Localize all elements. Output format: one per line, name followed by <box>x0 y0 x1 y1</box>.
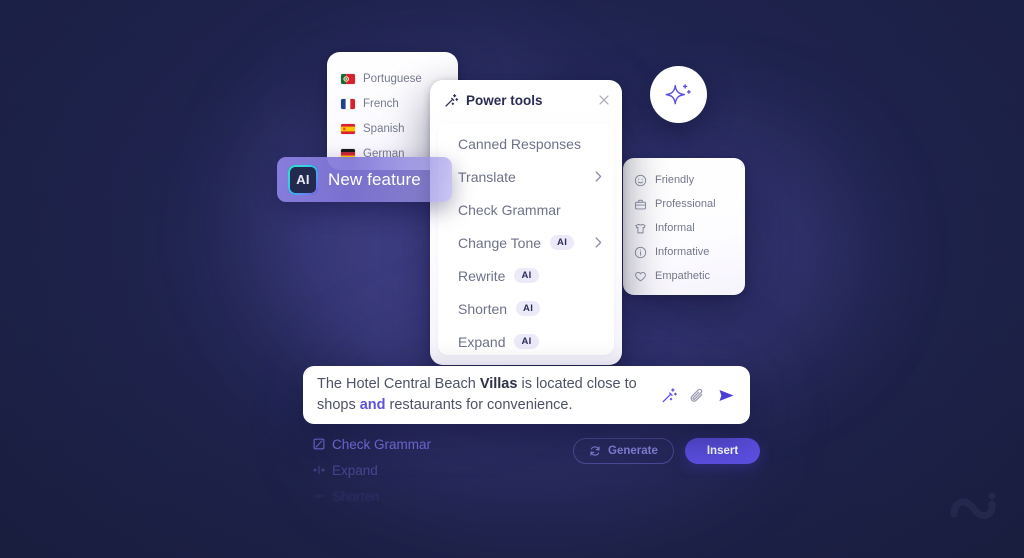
new-feature-badge: AI New feature <box>277 157 452 202</box>
language-label: French <box>363 97 399 110</box>
menu-item-translate[interactable]: Translate <box>438 160 614 193</box>
menu-item-rewrite[interactable]: Rewrite AI <box>438 259 614 292</box>
suggestion-label: Check Grammar <box>332 436 432 452</box>
tone-item-professional[interactable]: Professional <box>623 192 745 216</box>
shorten-icon <box>313 490 325 502</box>
power-tools-menu: Canned Responses Translate Check Grammar… <box>438 123 614 355</box>
brand-logo-icon <box>948 487 998 534</box>
composer-text[interactable]: The Hotel Central Beach Villas is locate… <box>317 374 661 416</box>
language-label: Spanish <box>363 122 405 135</box>
composer-text-part-3: restaurants for convenience. <box>385 397 573 413</box>
sparkle-icon <box>663 79 695 111</box>
expand-icon <box>313 464 325 476</box>
menu-item-check-grammar[interactable]: Check Grammar <box>438 193 614 226</box>
language-label: Portuguese <box>363 72 422 85</box>
paperclip-icon[interactable] <box>689 387 706 404</box>
menu-item-shorten[interactable]: Shorten AI <box>438 292 614 325</box>
suggestion-list: Check Grammar Expand Shorten <box>313 431 553 509</box>
tone-label: Empathetic <box>655 270 711 282</box>
tone-panel: Friendly Professional Informal Informati… <box>623 158 745 295</box>
insert-button[interactable]: Insert <box>684 438 761 464</box>
menu-item-label: Translate <box>458 168 516 185</box>
magic-wand-icon <box>444 93 459 108</box>
menu-item-label: Expand <box>458 333 506 350</box>
tone-item-empathetic[interactable]: Empathetic <box>623 264 745 288</box>
ai-badge: AI <box>514 333 539 350</box>
menu-item-label: Rewrite <box>458 267 506 284</box>
new-feature-label: New feature <box>328 169 421 189</box>
suggestion-label: Shorten <box>332 488 380 504</box>
ai-badge: AI <box>550 234 575 251</box>
tone-item-friendly[interactable]: Friendly <box>623 168 745 192</box>
close-icon[interactable] <box>598 94 610 106</box>
refresh-icon <box>589 445 601 457</box>
tone-label: Professional <box>655 198 716 210</box>
menu-item-label: Shorten <box>458 300 508 317</box>
ai-chip-icon: AI <box>288 164 318 195</box>
composer-actions <box>661 386 736 405</box>
flag-fr-icon <box>341 98 355 109</box>
action-button-group: Generate Insert <box>573 438 761 464</box>
power-tools-panel: Power tools Canned Responses Translate C… <box>430 80 622 365</box>
generate-label: Generate <box>608 445 658 457</box>
tone-label: Informative <box>655 246 710 258</box>
flag-pt-icon <box>341 73 355 84</box>
heart-icon <box>634 270 647 283</box>
menu-item-label: Check Grammar <box>458 201 561 218</box>
menu-item-canned-responses[interactable]: Canned Responses <box>438 127 614 160</box>
t-shirt-icon <box>634 222 647 235</box>
info-circle-icon <box>634 246 647 259</box>
tone-item-informal[interactable]: Informal <box>623 216 745 240</box>
briefcase-icon <box>634 198 647 211</box>
ai-chip-label: AI <box>296 172 310 187</box>
suggestion-shorten[interactable]: Shorten <box>313 483 553 509</box>
menu-item-label: Change Tone <box>458 234 542 251</box>
ai-badge: AI <box>516 300 541 317</box>
power-tools-header: Power tools <box>430 80 622 120</box>
tone-label: Friendly <box>655 174 695 186</box>
composer-text-part-1: The Hotel Central Beach <box>317 375 480 392</box>
insert-label: Insert <box>706 445 739 457</box>
message-composer[interactable]: The Hotel Central Beach Villas is locate… <box>303 366 750 424</box>
power-tools-title: Power tools <box>466 92 543 108</box>
menu-item-label: Canned Responses <box>458 135 581 152</box>
smiley-face-icon <box>634 174 647 187</box>
chevron-right-icon <box>595 237 602 248</box>
chevron-right-icon <box>595 171 602 182</box>
menu-item-expand[interactable]: Expand AI <box>438 325 614 355</box>
sparkle-badge-button[interactable] <box>650 66 707 123</box>
generate-button[interactable]: Generate <box>573 438 674 464</box>
magic-wand-button[interactable] <box>661 387 678 404</box>
composer-text-highlight: and <box>359 397 386 413</box>
suggestion-expand[interactable]: Expand <box>313 457 553 483</box>
flag-es-icon <box>341 123 355 134</box>
send-icon[interactable] <box>717 386 736 405</box>
app-canvas: Portuguese French Spanish German AI New … <box>0 0 1024 558</box>
ai-badge: AI <box>514 267 539 284</box>
tone-label: Informal <box>655 222 695 234</box>
composer-text-bold: Villas <box>479 375 518 392</box>
suggestion-label: Expand <box>332 462 378 478</box>
suggestion-check-grammar[interactable]: Check Grammar <box>313 431 553 457</box>
tone-item-informative[interactable]: Informative <box>623 240 745 264</box>
menu-item-change-tone[interactable]: Change Tone AI <box>438 226 614 259</box>
grammar-check-icon <box>313 438 325 450</box>
